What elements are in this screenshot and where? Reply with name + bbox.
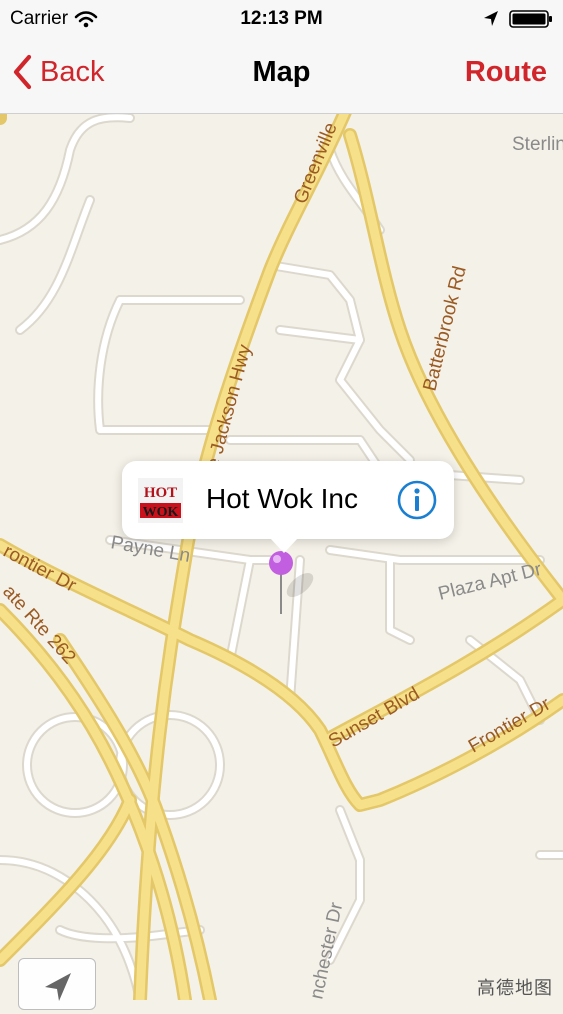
location-arrow-icon (45, 973, 71, 1001)
logo-text-bottom: WOK (143, 505, 179, 520)
chevron-left-icon (13, 54, 32, 90)
restaurant-logo: HOT WOK (138, 478, 183, 523)
callout-title: Hot Wok Inc (206, 483, 358, 514)
status-bar: Carrier 12:13 PM (0, 0, 563, 38)
navigation-bar: Back Map Route (0, 38, 563, 114)
battery-icon (509, 10, 552, 28)
back-button-label: Back (40, 55, 105, 88)
logo-text-top: HOT (144, 485, 177, 501)
hot-wok-logo-icon: HOT WOK (138, 478, 183, 523)
annotation-callout[interactable]: HOT WOK Hot Wok Inc (122, 461, 454, 553)
locate-me-button[interactable] (18, 958, 96, 1010)
location-arrow-icon (484, 11, 498, 26)
road-label-sterling: Sterlin (512, 134, 563, 155)
route-button[interactable]: Route (465, 56, 547, 89)
map-attribution: 高德地图 (477, 978, 553, 998)
clock: 12:13 PM (240, 8, 323, 29)
info-icon[interactable] (396, 479, 438, 521)
back-button[interactable]: Back (12, 54, 104, 90)
